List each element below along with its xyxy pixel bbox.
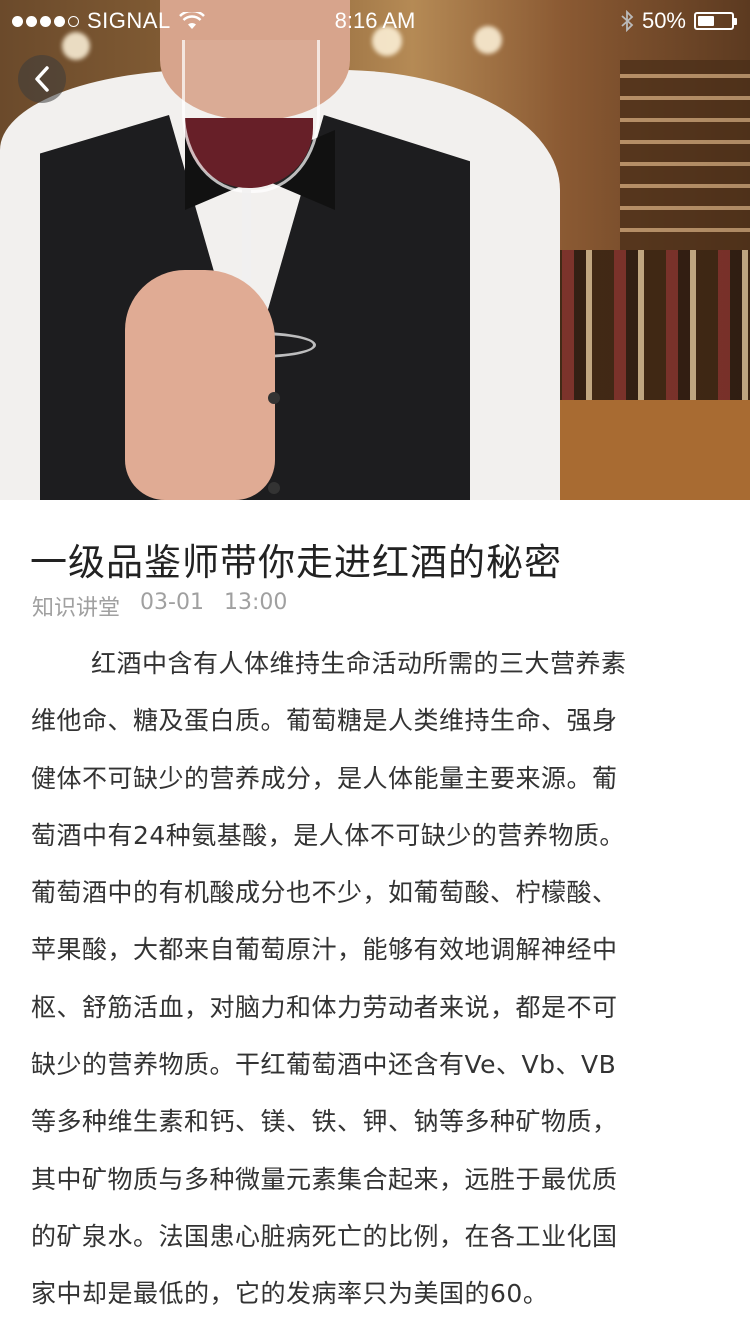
wooden-counter bbox=[540, 400, 750, 500]
wine-shelf bbox=[620, 60, 750, 250]
article-paragraph-line: 健体不可缺少的营养成分，是人体能量主要来源。葡 bbox=[31, 763, 618, 793]
back-button[interactable] bbox=[18, 55, 66, 103]
article-paragraph-line: 等多种维生素和钙、镁、铁、钾、钠等多种矿物质， bbox=[31, 1107, 618, 1137]
article-paragraph-line: 苹果酸，大都来自葡萄原汁，能够有效地调解神经中 bbox=[31, 935, 618, 965]
wine-glass bbox=[182, 40, 320, 193]
hero-image bbox=[0, 0, 750, 500]
battery-percent: 50% bbox=[641, 8, 686, 33]
article-paragraph-line: 的矿泉水。法国患心脏病死亡的比例，在各工业化国 bbox=[31, 1221, 618, 1251]
article-paragraph-line: 葡萄酒中的有机酸成分也不少，如葡萄酸、柠檬酸、 bbox=[31, 878, 618, 908]
article-time: 13:00 bbox=[223, 590, 288, 615]
battery-icon bbox=[694, 12, 737, 30]
battery-level bbox=[698, 16, 714, 26]
vest-button bbox=[268, 392, 280, 404]
article-date: 03-01 bbox=[140, 590, 204, 615]
article-paragraph-line: 缺少的营养物质。干红葡萄酒中还含有Ve、Vb、VB bbox=[31, 1050, 617, 1080]
article-paragraph-line: 维他命、糖及蛋白质。葡萄糖是人类维持生命、强身 bbox=[31, 706, 618, 736]
article-meta: 知识讲堂 03-01 13:00 bbox=[32, 590, 287, 622]
status-right: 50% bbox=[620, 8, 737, 34]
article-category: 知识讲堂 bbox=[32, 596, 121, 621]
article-body: 红酒中含有人体维持生命活动所需的三大营养素维他命、糖及蛋白质。葡萄糖是人类维持生… bbox=[31, 635, 721, 1323]
article-title: 一级品鉴师带你走进红酒的秘密 bbox=[30, 541, 562, 584]
article-paragraph-line: 枢、舒筋活血，对脑力和体力劳动者来说，都是不可 bbox=[31, 992, 618, 1022]
article-paragraph-line: 家中却是最低的，它的发病率只为美国的60。 bbox=[31, 1279, 549, 1309]
bluetooth-icon bbox=[621, 10, 634, 32]
article-paragraph-line: 红酒中含有人体维持生命活动所需的三大营养素 bbox=[91, 649, 627, 678]
vest-button bbox=[268, 482, 280, 494]
hand bbox=[125, 270, 275, 500]
chevron-left-icon bbox=[35, 66, 49, 92]
article-paragraph-line: 萄酒中有24种氨基酸，是人体不可缺少的营养物质。 bbox=[31, 820, 625, 850]
status-bar: SIGNAL 8:16 AM 50% bbox=[0, 0, 750, 40]
article-paragraph-line: 其中矿物质与多种微量元素集合起来，远胜于最优质 bbox=[31, 1164, 618, 1194]
